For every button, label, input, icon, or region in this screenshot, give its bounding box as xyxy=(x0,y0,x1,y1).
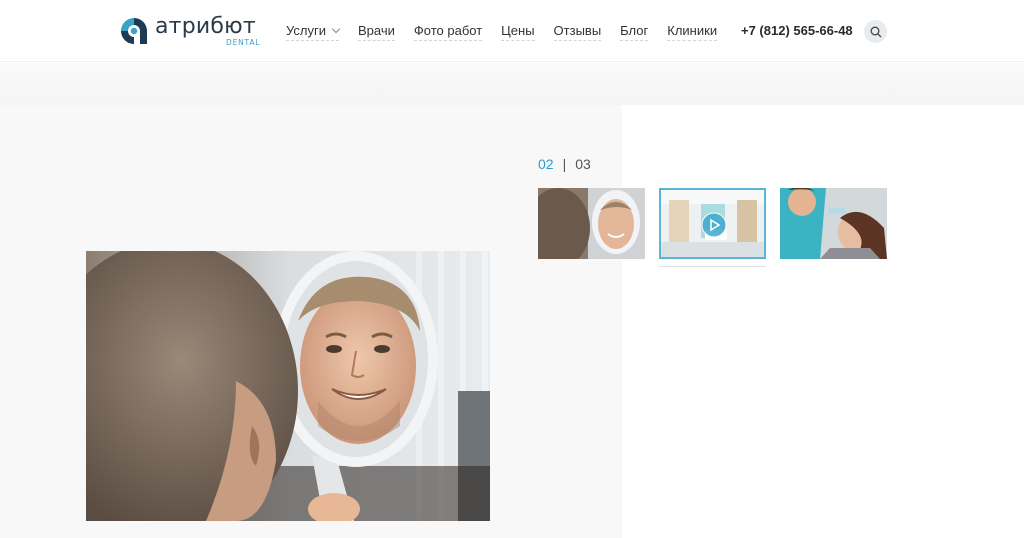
logo[interactable]: атрибют DENTAL xyxy=(119,13,264,49)
nav-item-clinics[interactable]: Клиники xyxy=(667,23,718,41)
nav-item-photos[interactable]: Фото работ xyxy=(413,23,483,41)
nav-item-label: Блог xyxy=(620,23,649,38)
slide-total: 03 xyxy=(575,156,591,172)
nav-item-label: Отзывы xyxy=(553,23,602,38)
phone-link[interactable]: +7 (812) 565-66-48 xyxy=(741,23,853,38)
chevron-down-icon xyxy=(331,24,341,33)
nav-item-label: Цены xyxy=(501,23,535,38)
thumbnail-2-video[interactable] xyxy=(659,188,766,259)
main-nav: Услуги Врачи Фото работ Цены Отзывы Блог… xyxy=(286,22,736,42)
site-header: атрибют DENTAL Услуги Врачи Фото работ Ц… xyxy=(0,0,1024,62)
counter-separator: | xyxy=(562,156,567,172)
thumbnail-3[interactable] xyxy=(780,188,887,259)
nav-item-blog[interactable]: Блог xyxy=(620,23,649,41)
nav-item-label: Клиники xyxy=(667,23,718,38)
nav-item-prices[interactable]: Цены xyxy=(501,23,535,41)
nav-item-reviews[interactable]: Отзывы xyxy=(553,23,602,41)
logo-subtitle: DENTAL xyxy=(226,38,261,47)
nav-item-label: Врачи xyxy=(357,23,395,38)
search-button[interactable] xyxy=(864,20,887,43)
nav-item-label: Фото работ xyxy=(413,23,483,38)
nav-item-label: Услуги xyxy=(286,23,326,38)
main-photo xyxy=(86,251,490,521)
slide-counter: 02 | 03 xyxy=(538,156,591,172)
nav-item-services[interactable]: Услуги xyxy=(286,23,341,41)
slide-current: 02 xyxy=(538,156,554,172)
nav-item-doctors[interactable]: Врачи xyxy=(357,23,395,41)
search-icon xyxy=(870,26,881,37)
header-shadow-band xyxy=(0,63,1024,105)
play-icon[interactable] xyxy=(701,212,727,238)
logo-text: атрибют xyxy=(155,14,256,39)
active-thumb-underline xyxy=(659,266,766,267)
logo-mark-icon xyxy=(121,18,147,44)
thumbnail-1[interactable] xyxy=(538,188,645,259)
